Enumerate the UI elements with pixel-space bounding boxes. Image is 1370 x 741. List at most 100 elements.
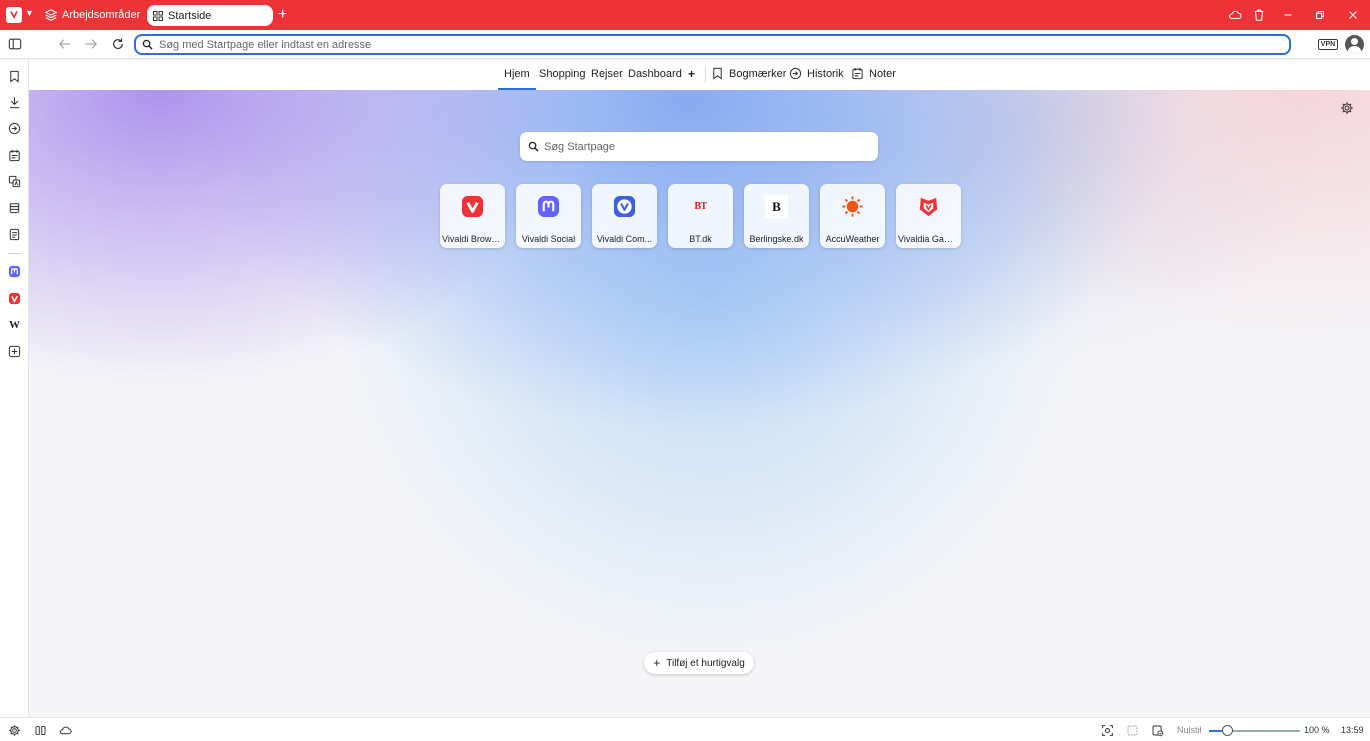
speed-dial-berlingske[interactable]: B Berlingske.dk xyxy=(744,184,809,248)
speed-dial-bt[interactable]: BT BT.dk xyxy=(668,184,733,248)
sidebar-item-notes[interactable] xyxy=(7,148,22,163)
tiling-button[interactable] xyxy=(33,723,47,737)
sidebar-divider xyxy=(8,253,21,254)
tab-hjem[interactable]: Hjem xyxy=(498,68,536,90)
start-page-navigation: Hjem Shopping Rejser Dashboard + Bogmærk… xyxy=(29,60,1370,90)
back-button[interactable] xyxy=(57,36,73,52)
startpage-search-input[interactable] xyxy=(544,140,864,153)
speed-dial-accuweather[interactable]: AccuWeather xyxy=(820,184,885,248)
settings-button[interactable] xyxy=(7,723,21,737)
vpn-button[interactable]: VPN xyxy=(1318,39,1338,50)
camera-icon xyxy=(1101,724,1113,736)
sidebar-item-history[interactable] xyxy=(7,121,22,136)
bookmarks-link[interactable]: Bogmærker xyxy=(711,67,786,80)
profile-avatar[interactable] xyxy=(1345,35,1364,54)
nav-divider xyxy=(705,67,706,83)
speed-dial-vivaldi-social[interactable]: Vivaldi Social xyxy=(516,184,581,248)
sidebar-item-add-panel[interactable] xyxy=(7,344,22,359)
notes-link[interactable]: Noter xyxy=(851,67,896,80)
zoom-slider-handle[interactable] xyxy=(1222,725,1233,736)
reload-button[interactable] xyxy=(110,36,126,52)
sidebar-item-translate[interactable] xyxy=(7,174,22,189)
image-toggle-button[interactable] xyxy=(1150,723,1164,737)
page-actions-icon xyxy=(1127,725,1137,735)
add-group-button[interactable]: + xyxy=(688,67,695,89)
plus-icon: + xyxy=(653,656,661,670)
start-page: Vivaldi Browser Vivaldi Social Vivaldi C… xyxy=(29,90,1370,717)
downloads-icon xyxy=(9,97,20,109)
capture-button[interactable] xyxy=(1100,723,1114,737)
status-bar: Nulstil 100 % 13:59 xyxy=(0,717,1370,741)
url-input[interactable] xyxy=(159,38,1259,51)
speed-dial-label: Vivaldi Browser xyxy=(442,234,503,244)
sidebar-item-mastodon[interactable] xyxy=(7,264,22,279)
sidebar-item-downloads[interactable] xyxy=(7,95,22,110)
arrow-left-icon xyxy=(59,39,71,49)
tab-startside[interactable]: Startside xyxy=(147,5,273,26)
history-label: Historik xyxy=(807,67,844,80)
trash-icon xyxy=(1254,9,1264,21)
tab-shopping[interactable]: Shopping xyxy=(539,68,586,90)
page-tiling-button[interactable] xyxy=(1125,723,1139,737)
new-tab-button[interactable]: + xyxy=(278,6,287,24)
speed-dial-label: Vivaldia Games xyxy=(898,234,959,244)
panel-toggle-icon xyxy=(8,38,22,50)
tab-label: Startside xyxy=(168,9,212,22)
restore-button[interactable] xyxy=(1312,7,1328,23)
minimize-button[interactable] xyxy=(1280,7,1296,23)
bookmarks-label: Bogmærker xyxy=(729,67,787,80)
history-link[interactable]: Historik xyxy=(789,67,844,80)
bookmark-icon xyxy=(713,67,722,80)
gear-icon xyxy=(8,724,20,736)
sun-icon xyxy=(842,196,863,217)
reading-list-icon xyxy=(9,203,20,214)
speed-dial-vivaldia-games[interactable]: Vivaldia Games xyxy=(896,184,961,248)
close-icon xyxy=(1349,11,1357,19)
chevron-down-icon[interactable]: ▼ xyxy=(25,8,34,18)
workspaces-button[interactable]: Arbejdsområder ▼ xyxy=(44,7,155,23)
zoom-level: 100 % xyxy=(1304,725,1330,735)
speed-dial-vivaldi-browser[interactable]: Vivaldi Browser xyxy=(440,184,505,248)
search-icon xyxy=(528,141,539,152)
url-field[interactable] xyxy=(134,34,1291,55)
berlingske-logo-icon: B xyxy=(765,195,788,218)
side-panel-bar: W xyxy=(0,60,29,717)
trash-button[interactable] xyxy=(1251,7,1267,23)
restore-icon xyxy=(1315,10,1325,20)
forward-button[interactable] xyxy=(83,36,99,52)
cloud-icon xyxy=(59,726,72,734)
tab-rejser[interactable]: Rejser xyxy=(591,68,623,90)
wikipedia-icon: W xyxy=(9,318,20,331)
sidebar-item-bookmarks[interactable] xyxy=(7,69,22,84)
speed-dial-label: Vivaldi Com... xyxy=(596,234,653,244)
sidebar-item-window[interactable] xyxy=(7,227,22,242)
translate-icon xyxy=(8,175,21,188)
vivaldi-logo-icon xyxy=(10,11,18,19)
tab-dashboard[interactable]: Dashboard xyxy=(628,68,682,90)
clock: 13:59 xyxy=(1341,725,1364,735)
cloud-sync-button[interactable] xyxy=(1227,7,1243,23)
gear-icon[interactable] xyxy=(1340,101,1354,115)
add-speed-dial-button[interactable]: + Tilføj et hurtigvalg xyxy=(644,652,754,674)
sync-status-button[interactable] xyxy=(58,723,72,737)
zoom-reset-button[interactable]: Nulstil xyxy=(1177,725,1202,735)
vivaldi-menu-button[interactable] xyxy=(6,7,22,23)
search-icon xyxy=(142,39,153,50)
sidebar-item-wikipedia[interactable]: W xyxy=(7,317,22,332)
startpage-search[interactable] xyxy=(520,132,878,161)
sidebar-toggle-button[interactable] xyxy=(7,36,23,52)
image-icon xyxy=(1152,725,1163,736)
tab-bar: ▼ Arbejdsområder ▼ Startside + xyxy=(0,0,1370,30)
speed-dial-vivaldi-community[interactable]: Vivaldi Com... xyxy=(592,184,657,248)
sidebar-item-vivaldi[interactable] xyxy=(7,291,22,306)
speed-dial-label: Berlingske.dk xyxy=(749,234,804,244)
notes-icon xyxy=(9,149,20,162)
speed-dial-grid: Vivaldi Browser Vivaldi Social Vivaldi C… xyxy=(440,184,961,248)
speed-dial-label: AccuWeather xyxy=(825,234,880,244)
window-panel-icon xyxy=(9,228,20,241)
sidebar-item-reading-list[interactable] xyxy=(7,200,22,215)
vivaldi-icon xyxy=(461,195,484,218)
address-bar: VPN xyxy=(0,30,1370,59)
close-button[interactable] xyxy=(1345,7,1361,23)
cloud-icon xyxy=(1229,10,1242,20)
